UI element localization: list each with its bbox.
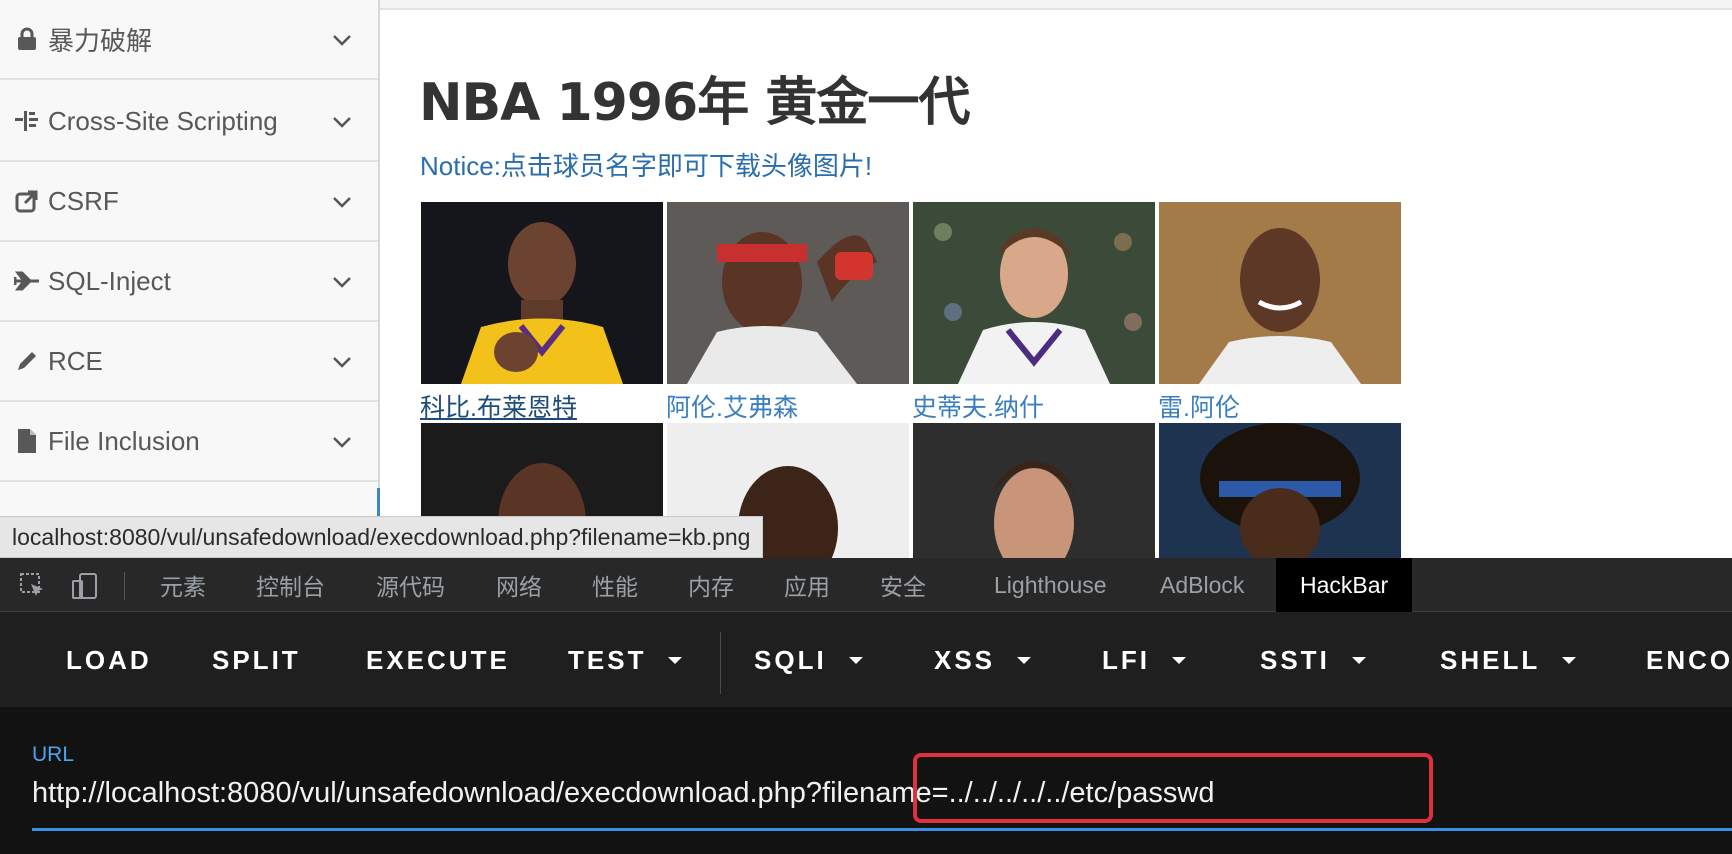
- sidebar-item-label: Cross-Site Scripting: [48, 105, 278, 136]
- tab-adblock[interactable]: AdBlock: [1160, 558, 1244, 612]
- lock-icon: [14, 26, 40, 52]
- tab-elements[interactable]: 元素: [160, 558, 206, 612]
- player-photo-ilgauskas: [913, 423, 1155, 558]
- tab-network[interactable]: 网络: [496, 558, 542, 612]
- tab-application[interactable]: 应用: [784, 558, 830, 612]
- url-field-label: URL: [32, 743, 75, 766]
- player-photo-nash: [913, 202, 1155, 384]
- sidebar-item-label: 暴力破解: [48, 25, 153, 56]
- devtools-tabbar: 元素 控制台 源代码 网络 性能 内存 应用 安全 Lighthouse AdB…: [0, 558, 1732, 612]
- sidebar-item-label: RCE: [48, 345, 103, 376]
- encoding-dropdown-label: ENCODING: [1646, 644, 1732, 675]
- chevron-down-icon: [333, 117, 351, 128]
- tab-hackbar[interactable]: HackBar: [1276, 558, 1413, 612]
- device-toolbar-icon[interactable]: [70, 571, 100, 601]
- share-icon: [14, 188, 40, 214]
- download-notice: Notice:点击球员名字即可下载头像图片!: [420, 151, 873, 181]
- caret-down-icon: [1351, 656, 1366, 664]
- hackbar-toolbar: LOAD SPLIT EXECUTE TEST SQLI XSS LFI SST…: [0, 613, 1732, 707]
- toolbar-divider: [720, 632, 721, 694]
- player-link-kobe[interactable]: 科比.布莱恩特: [420, 388, 577, 424]
- chevron-down-icon: [333, 197, 351, 208]
- hackbar-url-panel: URL http://localhost:8080/vul/unsafedown…: [0, 707, 1732, 854]
- player-link-allen[interactable]: 雷.阿伦: [1158, 388, 1240, 424]
- caret-down-icon: [1172, 656, 1186, 664]
- caret-down-icon: [668, 656, 683, 664]
- devtools-panel: 元素 控制台 源代码 网络 性能 内存 应用 安全 Lighthouse AdB…: [0, 558, 1732, 854]
- sidebar-item-label: File Inclusion: [48, 425, 200, 456]
- pencil-icon: [14, 348, 40, 374]
- sidebar-item-label: CSRF: [48, 185, 119, 216]
- payload-highlight-box: [913, 753, 1433, 823]
- sidebar-item-file-inclusion[interactable]: File Inclusion: [0, 402, 378, 482]
- file-icon: [14, 428, 40, 454]
- content-topbar: [380, 0, 1732, 10]
- test-dropdown[interactable]: TEST: [568, 613, 683, 707]
- inspect-element-icon[interactable]: [18, 571, 48, 601]
- sidebar-item-brute-force[interactable]: 暴力破解: [0, 0, 378, 80]
- url-input-underline: [32, 828, 1732, 831]
- split-button-label: SPLIT: [212, 644, 301, 675]
- tab-performance[interactable]: 性能: [592, 558, 638, 612]
- chevron-down-icon: [333, 277, 351, 288]
- caret-down-icon: [1017, 656, 1032, 664]
- chevron-down-icon: [333, 437, 351, 448]
- sidebar-item-sql-inject[interactable]: SQL-Inject: [0, 242, 378, 322]
- caret-down-icon: [848, 656, 863, 664]
- chevron-down-icon: [333, 35, 351, 46]
- sidebar-item-rce[interactable]: RCE: [0, 322, 378, 402]
- test-dropdown-label: TEST: [568, 644, 647, 675]
- tab-sources[interactable]: 源代码: [376, 558, 445, 612]
- ssti-dropdown-label: SSTI: [1260, 644, 1330, 675]
- tab-console[interactable]: 控制台: [256, 558, 325, 612]
- sidebar-item-xss[interactable]: Cross-Site Scripting: [0, 82, 378, 162]
- xss-dropdown-label: XSS: [934, 644, 996, 675]
- sqli-dropdown[interactable]: SQLI: [754, 613, 863, 707]
- player-link-iverson[interactable]: 阿伦.艾弗森: [666, 388, 798, 424]
- player-link-nash[interactable]: 史蒂夫.纳什: [912, 388, 1044, 424]
- ssti-dropdown[interactable]: SSTI: [1260, 613, 1366, 707]
- player-photo-allen: [1159, 202, 1401, 384]
- lfi-dropdown[interactable]: LFI: [1102, 613, 1186, 707]
- execute-button[interactable]: EXECUTE: [366, 613, 510, 707]
- page-title: NBA 1996年 黄金一代: [419, 73, 970, 133]
- sidebar: 暴力破解 Cross-Site Scripting CSRF SQL-Injec…: [0, 0, 380, 560]
- caret-down-icon: [1562, 656, 1577, 664]
- plane-icon: [14, 268, 40, 294]
- xss-dropdown[interactable]: XSS: [934, 613, 1032, 707]
- split-button[interactable]: SPLIT: [212, 613, 301, 707]
- load-button[interactable]: LOAD: [66, 613, 152, 707]
- shell-dropdown[interactable]: SHELL: [1440, 613, 1577, 707]
- encoding-dropdown[interactable]: ENCODING: [1646, 613, 1732, 707]
- player-photo-wallace: [1159, 423, 1401, 558]
- indent-icon: [14, 108, 40, 134]
- tab-security[interactable]: 安全: [880, 558, 926, 612]
- chevron-down-icon: [333, 357, 351, 368]
- sidebar-item-csrf[interactable]: CSRF: [0, 162, 378, 242]
- sqli-dropdown-label: SQLI: [754, 644, 827, 675]
- tab-lighthouse[interactable]: Lighthouse: [994, 558, 1107, 612]
- shell-dropdown-label: SHELL: [1440, 644, 1541, 675]
- lfi-dropdown-label: LFI: [1102, 644, 1150, 675]
- toolbar-divider: [124, 572, 125, 600]
- tab-memory[interactable]: 内存: [688, 558, 734, 612]
- player-photo-iverson: [667, 202, 909, 384]
- player-photo-kobe: [421, 202, 663, 384]
- execute-button-label: EXECUTE: [366, 644, 510, 675]
- status-url-tooltip: localhost:8080/vul/unsafedownload/execdo…: [0, 516, 764, 558]
- sidebar-item-label: SQL-Inject: [48, 265, 171, 296]
- load-button-label: LOAD: [66, 644, 152, 675]
